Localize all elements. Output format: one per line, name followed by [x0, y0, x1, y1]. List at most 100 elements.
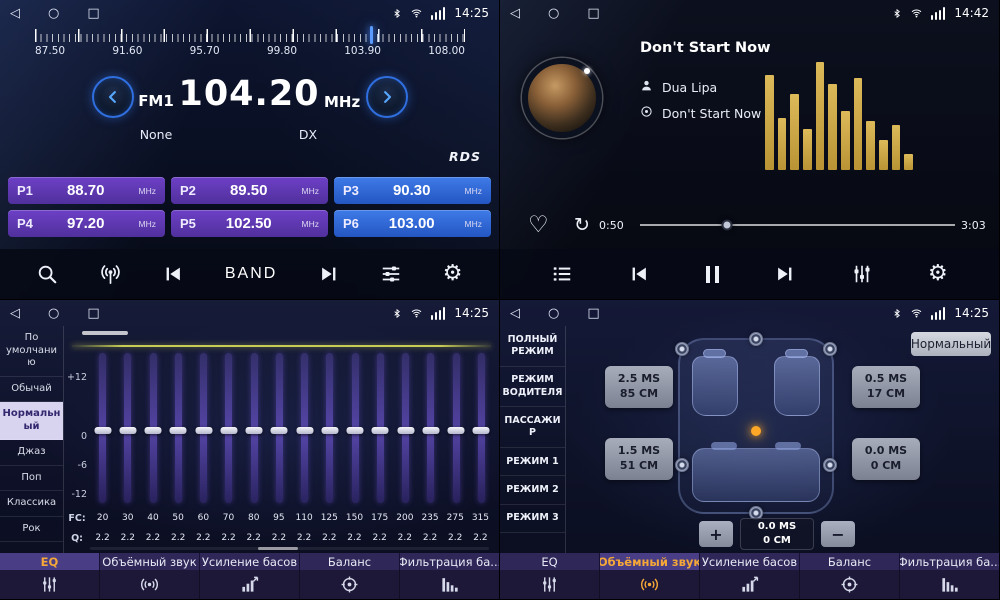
decrease-delay-button[interactable]: −: [821, 521, 855, 547]
eq-band-slider[interactable]: [166, 353, 191, 503]
eq-band-slider[interactable]: [469, 353, 494, 503]
previous-track-button[interactable]: [624, 259, 654, 289]
nav-home-icon[interactable]: ○: [548, 7, 559, 20]
eq-band-slider[interactable]: [368, 353, 393, 503]
nav-back-icon[interactable]: ◁: [510, 7, 520, 20]
eq-band-slider[interactable]: [343, 353, 368, 503]
slider-handle[interactable]: [246, 427, 263, 434]
preset-button-p3[interactable]: P3 90.30 MHz: [334, 177, 491, 204]
tab-eq[interactable]: EQ: [0, 553, 100, 570]
nav-recents-icon[interactable]: □: [587, 7, 599, 20]
eq-band-slider[interactable]: [191, 353, 216, 503]
eq-band-slider[interactable]: [90, 353, 115, 503]
delay-front-left-button[interactable]: 2.5 MS 85 CM: [605, 366, 673, 408]
balance-icon[interactable]: [800, 570, 900, 599]
mode-passenger[interactable]: ПАССАЖИР: [500, 407, 565, 448]
slider-handle[interactable]: [145, 427, 162, 434]
tab-surround-sound[interactable]: Объёмный звук: [600, 553, 700, 570]
slider-handle[interactable]: [321, 427, 338, 434]
frequency-ruler[interactable]: 87.50 91.60 95.70 99.80 103.90 108.00: [35, 29, 465, 67]
passenger-seat[interactable]: [774, 356, 820, 416]
repeat-button[interactable]: ↻: [570, 212, 594, 239]
eq-preset-normal[interactable]: Нормальный: [0, 402, 63, 440]
pause-button[interactable]: [702, 262, 723, 287]
eq-band-slider[interactable]: [242, 353, 267, 503]
eq-band-slider[interactable]: [393, 353, 418, 503]
scan-button[interactable]: [32, 259, 62, 289]
balance-icon[interactable]: [300, 570, 400, 599]
slider-handle[interactable]: [296, 427, 313, 434]
slider-handle[interactable]: [347, 427, 364, 434]
eq-band-slider[interactable]: [115, 353, 140, 503]
eq-bands-scrollbar[interactable]: [90, 547, 489, 550]
tab-filter[interactable]: Фильтрация ба...: [400, 553, 499, 570]
preset-button-p6[interactable]: P6 103.00 MHz: [334, 210, 491, 237]
mode-full[interactable]: ПОЛНЫЙ РЕЖИМ: [500, 326, 565, 367]
tab-bass-boost[interactable]: Усиление басов: [200, 553, 300, 570]
eq-band-slider[interactable]: [292, 353, 317, 503]
radio-broadcast-button[interactable]: [95, 259, 126, 290]
progress-slider[interactable]: [640, 218, 955, 232]
tab-eq[interactable]: EQ: [500, 553, 600, 570]
nav-recents-icon[interactable]: □: [587, 307, 599, 320]
bass-boost-icon[interactable]: [700, 570, 800, 599]
next-track-button[interactable]: [770, 259, 800, 289]
increase-delay-button[interactable]: +: [699, 521, 733, 547]
tab-balance[interactable]: Баланс: [300, 553, 400, 570]
slider-handle[interactable]: [271, 427, 288, 434]
slider-handle[interactable]: [220, 427, 237, 434]
eq-band-slider[interactable]: [141, 353, 166, 503]
eq-preset-custom[interactable]: Обычай: [0, 377, 63, 403]
mode-2[interactable]: РЕЖИМ 2: [500, 476, 565, 504]
settings-button[interactable]: ⚙: [924, 259, 952, 289]
eq-preset-pop[interactable]: Поп: [0, 466, 63, 492]
tab-balance[interactable]: Баланс: [800, 553, 900, 570]
driver-seat[interactable]: [692, 356, 738, 416]
next-station-button[interactable]: [314, 259, 344, 289]
mode-1[interactable]: РЕЖИМ 1: [500, 448, 565, 476]
sound-preset-button[interactable]: Нормальный: [911, 332, 991, 356]
delay-front-right-button[interactable]: 0.5 MS 17 CM: [852, 366, 920, 408]
eq-band-slider[interactable]: [216, 353, 241, 503]
nav-back-icon[interactable]: ◁: [10, 7, 20, 20]
nav-back-icon[interactable]: ◁: [10, 307, 20, 320]
nav-back-icon[interactable]: ◁: [510, 307, 520, 320]
mixer-button[interactable]: [847, 259, 877, 289]
nav-home-icon[interactable]: ○: [48, 7, 59, 20]
rear-seat[interactable]: [692, 448, 820, 502]
mode-3[interactable]: РЕЖИМ 3: [500, 505, 565, 533]
mode-driver[interactable]: РЕЖИМ ВОДИТЕЛЯ: [500, 367, 565, 408]
tab-bass-boost[interactable]: Усиление басов: [700, 553, 800, 570]
preset-button-p4[interactable]: P4 97.20 MHz: [8, 210, 165, 237]
filter-icon[interactable]: [900, 570, 999, 599]
slider-handle[interactable]: [397, 427, 414, 434]
filter-icon[interactable]: [400, 570, 499, 599]
eq-sliders-icon[interactable]: [500, 570, 600, 599]
nav-recents-icon[interactable]: □: [87, 7, 99, 20]
previous-station-button[interactable]: [158, 259, 188, 289]
eq-preset-jazz[interactable]: Джаз: [0, 440, 63, 466]
eq-sliders-icon[interactable]: [0, 570, 100, 599]
preset-button-p2[interactable]: P2 89.50 MHz: [171, 177, 328, 204]
slider-handle[interactable]: [473, 427, 490, 434]
tab-surround-sound[interactable]: Объёмный звук: [100, 553, 200, 570]
preset-button-p1[interactable]: P1 88.70 MHz: [8, 177, 165, 204]
slider-handle[interactable]: [372, 427, 389, 434]
slider-handle[interactable]: [94, 427, 111, 434]
tab-filter[interactable]: Фильтрация ба...: [900, 553, 999, 570]
eq-preset-default[interactable]: По умолчанию: [0, 326, 63, 377]
eq-band-slider[interactable]: [418, 353, 443, 503]
preset-button-p5[interactable]: P5 102.50 MHz: [171, 210, 328, 237]
slider-handle[interactable]: [422, 427, 439, 434]
slider-handle[interactable]: [170, 427, 187, 434]
tune-up-button[interactable]: [366, 76, 408, 118]
nav-home-icon[interactable]: ○: [548, 307, 559, 320]
delay-rear-right-button[interactable]: 0.0 MS 0 CM: [852, 438, 920, 480]
band-button[interactable]: BAND: [221, 261, 281, 287]
favorite-button[interactable]: ♡: [524, 210, 553, 241]
eq-band-slider[interactable]: [317, 353, 342, 503]
nav-recents-icon[interactable]: □: [87, 307, 99, 320]
eq-preset-rock[interactable]: Рок: [0, 517, 63, 543]
bass-boost-icon[interactable]: [200, 570, 300, 599]
eq-band-slider[interactable]: [267, 353, 292, 503]
